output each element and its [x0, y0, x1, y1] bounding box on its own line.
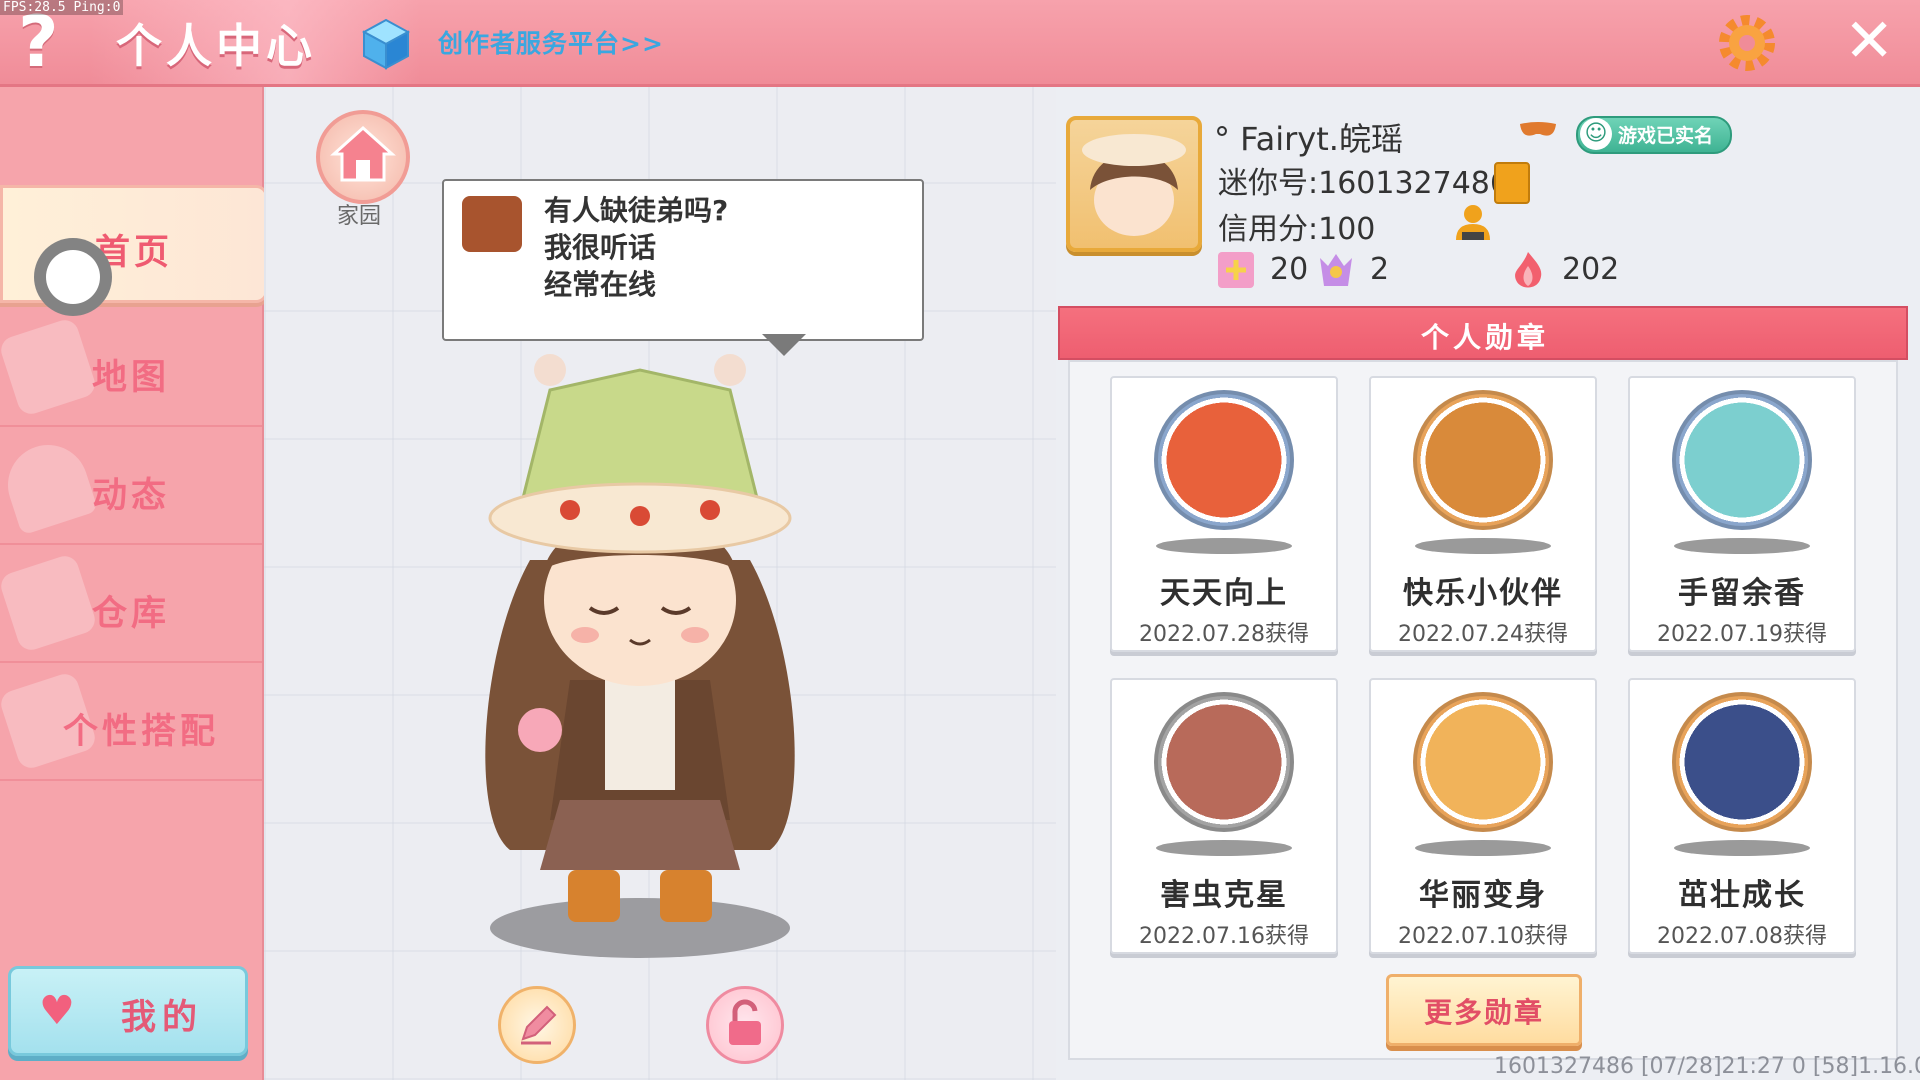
- medal-date: 2022.07.16获得: [1139, 924, 1309, 949]
- sidebar: 首页 地图 动态 仓库 个性搭配: [0, 87, 268, 1080]
- medal-date: 2022.07.24获得: [1398, 622, 1568, 647]
- medal-card[interactable]: 手留余香 2022.07.19获得: [1628, 376, 1856, 652]
- medal-name: 华丽变身: [1419, 878, 1547, 913]
- medal-icon: [1413, 390, 1553, 530]
- stat-value: 202: [1562, 252, 1620, 287]
- medal-date: 2022.07.08获得: [1657, 924, 1827, 949]
- close-button[interactable]: ✕: [1844, 6, 1894, 76]
- sidebar-item-map[interactable]: 地图: [0, 313, 262, 427]
- sidebar-item-outfit[interactable]: 个性搭配: [0, 667, 262, 781]
- heart-icon: ♥: [39, 988, 75, 1034]
- medal-name: 手留余香: [1678, 576, 1806, 611]
- touch-indicator: [34, 238, 112, 316]
- player-character[interactable]: [420, 350, 860, 970]
- medal-shadow: [1674, 538, 1810, 554]
- avatar-face-icon: [1082, 134, 1186, 236]
- more-medals-label: 更多勋章: [1423, 996, 1544, 1029]
- verified-badge[interactable]: ☺ 游戏已实名: [1576, 116, 1732, 154]
- add-friend-icon: [1218, 252, 1254, 288]
- nickname: ° Fairyt.皖瑶: [1214, 120, 1403, 158]
- home-label: 家园: [336, 204, 381, 229]
- cube-icon: [362, 18, 410, 70]
- sidebar-item-label: 仓库: [91, 594, 170, 634]
- medal-card[interactable]: 天天向上 2022.07.28获得: [1110, 376, 1338, 652]
- page-title: 个人中心: [116, 19, 316, 73]
- speech-line: 我很听话: [544, 231, 657, 264]
- flame-icon: [1515, 252, 1542, 288]
- verified-label: 游戏已实名: [1618, 125, 1714, 147]
- medal-icon: [1672, 390, 1812, 530]
- medal-shadow: [1415, 840, 1551, 856]
- medal-card[interactable]: 害虫克星 2022.07.16获得: [1110, 678, 1338, 954]
- copy-icon[interactable]: [1494, 162, 1530, 204]
- person-card-icon[interactable]: [1452, 202, 1494, 242]
- pencil-icon: [521, 1005, 557, 1045]
- stat-value: 2: [1370, 252, 1390, 287]
- stat-value: 20: [1270, 252, 1309, 287]
- medal-date: 2022.07.19获得: [1657, 622, 1827, 647]
- edit-button[interactable]: [498, 986, 576, 1064]
- medal-card[interactable]: 华丽变身 2022.07.10获得: [1369, 678, 1597, 954]
- sidebar-item-label: 地图: [91, 358, 170, 398]
- speech-line: 有人缺徒弟吗?: [544, 194, 729, 227]
- sidebar-item-label: 个性搭配: [62, 712, 219, 752]
- my-button[interactable]: ♥ 我的: [8, 966, 248, 1056]
- medal-card[interactable]: 快乐小伙伴 2022.07.24获得: [1369, 376, 1597, 652]
- mini-id: 迷你号:1601327486: [1218, 166, 1509, 201]
- medal-icon: [1154, 692, 1294, 832]
- mask-icon[interactable]: [1518, 120, 1558, 142]
- sidebar-item-feed[interactable]: 动态: [0, 431, 262, 545]
- footer-info: 1601327486 [07/28]21:27 0 [58]1.16.0: [1494, 1054, 1920, 1079]
- fans-icon: [1320, 254, 1352, 286]
- medal-name: 天天向上: [1160, 576, 1288, 611]
- verified-person-icon: ☺: [1580, 118, 1612, 150]
- medal-shadow: [1156, 538, 1292, 554]
- speech-text: 有人缺徒弟吗? 我很听话 经常在线: [544, 192, 728, 303]
- sidebar-item-label: 动态: [91, 476, 170, 516]
- medal-date: 2022.07.28获得: [1139, 622, 1309, 647]
- medal-shadow: [1156, 840, 1292, 856]
- chat-avatar-icon: [462, 196, 522, 252]
- credit-score: 信用分:100: [1218, 212, 1376, 247]
- gear-icon[interactable]: [1716, 12, 1778, 74]
- medal-shadow: [1415, 538, 1551, 554]
- medal-section-title: 个人勋章: [1420, 321, 1549, 354]
- more-medals-button[interactable]: 更多勋章: [1386, 974, 1582, 1046]
- top-bar: ? 个人中心 创作者服务平台>> ✕: [0, 0, 1920, 87]
- my-button-label: 我的: [121, 998, 204, 1038]
- medal-name: 茁壮成长: [1678, 878, 1806, 913]
- medal-section-header: 个人勋章: [1058, 306, 1908, 360]
- medal-name: 快乐小伙伴: [1403, 576, 1563, 611]
- sidebar-item-warehouse[interactable]: 仓库: [0, 549, 262, 663]
- home-button[interactable]: [316, 110, 410, 204]
- avatar[interactable]: [1066, 116, 1202, 252]
- help-button[interactable]: ?: [18, 4, 59, 80]
- medal-icon: [1413, 692, 1553, 832]
- medal-icon: [1154, 390, 1294, 530]
- house-icon: [330, 125, 396, 182]
- medal-date: 2022.07.10获得: [1398, 924, 1568, 949]
- creator-platform-link[interactable]: 创作者服务平台>>: [438, 24, 664, 60]
- medal-icon: [1672, 692, 1812, 832]
- lock-button[interactable]: [706, 986, 784, 1064]
- speech-line: 经常在线: [544, 268, 657, 301]
- unlock-icon: [729, 999, 761, 1045]
- medal-name: 害虫克星: [1160, 878, 1288, 913]
- medal-card[interactable]: 茁壮成长 2022.07.08获得: [1628, 678, 1856, 954]
- medal-shadow: [1674, 840, 1810, 856]
- fps-readout: FPS:28.5 Ping:0: [0, 0, 124, 15]
